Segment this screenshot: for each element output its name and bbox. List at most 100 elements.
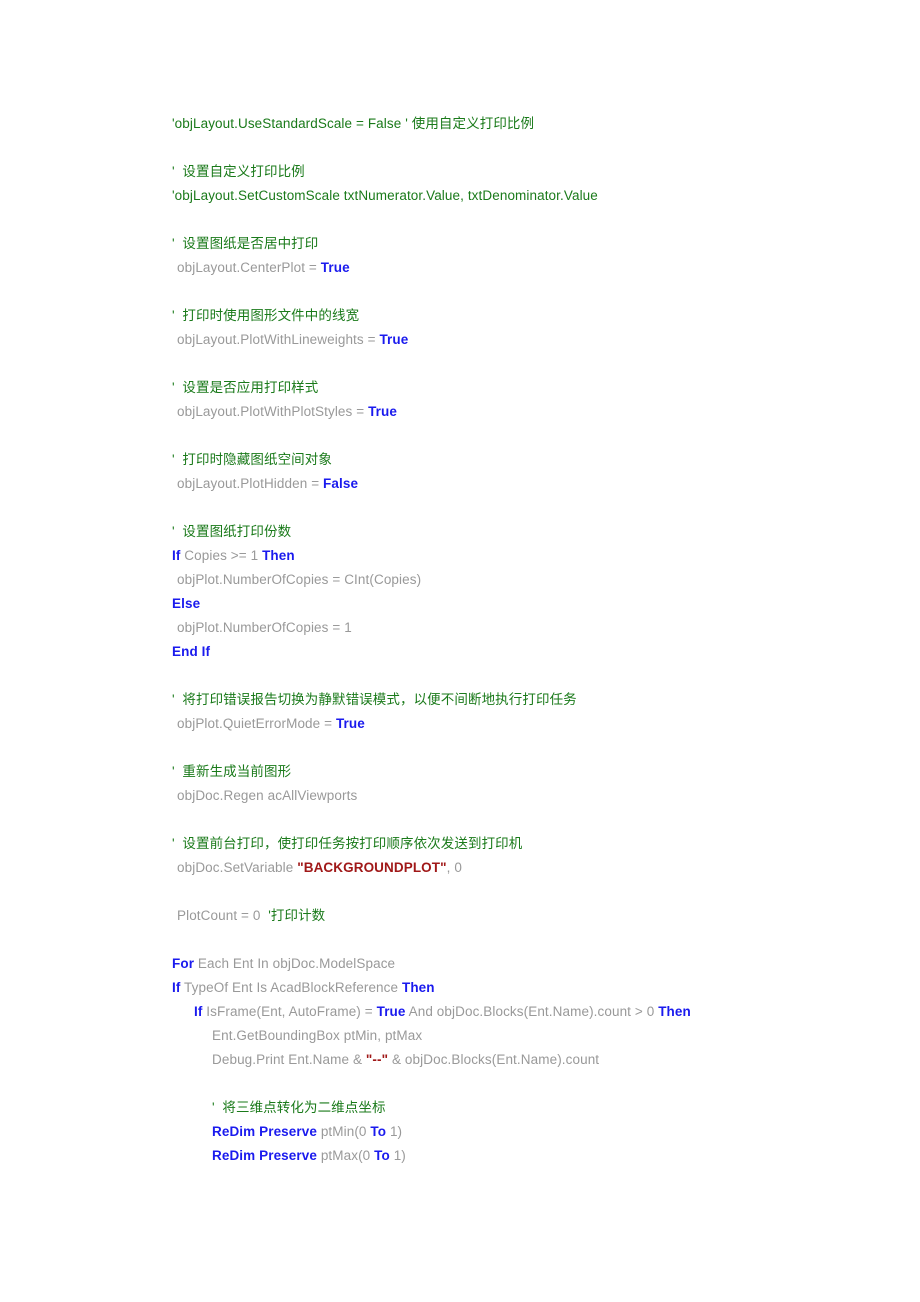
code-token-function: CInt <box>344 572 370 587</box>
code-token-comment: '打印计数 <box>268 908 326 923</box>
code-line: objDoc.SetVariable "BACKGROUNDPLOT", 0 <box>172 856 920 880</box>
code-token-comment: ' 设置图纸打印份数 <box>172 524 292 539</box>
code-token-keyword: True <box>335 716 365 731</box>
code-token-comment: ' 将打印错误报告切换为静默错误模式，以便不间断地执行打印任务 <box>172 692 577 707</box>
code-token-property: Name <box>312 1052 350 1067</box>
code-line: If TypeOf Ent Is AcadBlockReference Then <box>172 976 920 1000</box>
code-line: ReDim Preserve ptMax(0 To 1) <box>172 1144 920 1168</box>
code-token-code: objLayout.PlotWithPlotStyles = <box>177 404 369 419</box>
code-line: ReDim Preserve ptMin(0 To 1) <box>172 1120 920 1144</box>
code-token-string: "--" <box>365 1052 389 1067</box>
code-token-print_keyword: Print <box>256 1052 285 1067</box>
code-line: For Each Ent In objDoc.ModelSpace <box>172 952 920 976</box>
code-token-string: "BACKGROUNDPLOT" <box>297 860 447 875</box>
code-token-keyword: Else <box>172 596 201 611</box>
code-token-code: objLayout.CenterPlot = <box>177 260 321 275</box>
code-token-code: ).count > 0 <box>589 1004 659 1019</box>
code-token-property: Name <box>520 1052 558 1067</box>
code-token-code: IsFrame(Ent, AutoFrame) = <box>202 1004 377 1019</box>
code-token-code: & objDoc.Blocks(Ent. <box>388 1052 521 1067</box>
code-line: 'objLayout.UseStandardScale = False ' 使用… <box>172 112 920 136</box>
code-line: objPlot.NumberOfCopies = 1 <box>172 616 920 640</box>
code-token-code: 1) <box>389 1148 406 1163</box>
code-line: objLayout.PlotHidden = False <box>172 472 920 496</box>
code-token-code: ptMax(0 <box>316 1148 375 1163</box>
code-token-keyword: False <box>323 476 359 491</box>
code-line: If IsFrame(Ent, AutoFrame) = True And ob… <box>172 1000 920 1024</box>
code-line: Ent.GetBoundingBox ptMin, ptMax <box>172 1024 920 1048</box>
code-token-comment: ' 设置图纸是否居中打印 <box>172 236 319 251</box>
code-line: 'objLayout.SetCustomScale txtNumerator.V… <box>172 184 920 208</box>
code-token-keyword: True <box>379 332 409 347</box>
code-line: ' 将打印错误报告切换为静默错误模式，以便不间断地执行打印任务 <box>172 688 920 712</box>
code-token-comment: ' 重新生成当前图形 <box>172 764 292 779</box>
code-line: objLayout.PlotWithLineweights = True <box>172 328 920 352</box>
code-token-code: objPlot.NumberOfCopies = <box>177 572 345 587</box>
code-token-property: Name <box>552 1004 590 1019</box>
code-line: ' 打印时隐藏图纸空间对象 <box>172 448 920 472</box>
code-token-keyword: Then <box>262 548 295 563</box>
code-line: objPlot.NumberOfCopies = CInt(Copies) <box>172 568 920 592</box>
code-token-keyword: For <box>172 956 195 971</box>
code-token-code: Ent. <box>284 1052 313 1067</box>
code-token-code: Ent.GetBoundingBox ptMin, ptMax <box>212 1028 423 1043</box>
code-token-keyword: Then <box>658 1004 691 1019</box>
code-token-code: TypeOf Ent Is AcadBlockReference <box>180 980 402 995</box>
code-token-comment: ' 打印时使用图形文件中的线宽 <box>172 308 360 323</box>
code-line: Else <box>172 592 920 616</box>
code-line: If Copies >= 1 Then <box>172 544 920 568</box>
code-token-comment: ' 设置自定义打印比例 <box>172 164 305 179</box>
code-token-comment: ' 设置前台打印，使打印任务按打印顺序依次发送到打印机 <box>172 836 523 851</box>
code-token-comment: 'objLayout.SetCustomScale txtNumerator.V… <box>172 188 598 203</box>
code-token-code: objPlot.NumberOfCopies = 1 <box>177 620 352 635</box>
code-token-code: 1) <box>386 1124 403 1139</box>
code-line: ' 设置前台打印，使打印任务按打印顺序依次发送到打印机 <box>172 832 920 856</box>
code-token-code: Each Ent In objDoc.ModelSpace <box>194 956 396 971</box>
code-token-code: ptMin(0 <box>316 1124 371 1139</box>
code-body: 'objLayout.UseStandardScale = False ' 使用… <box>172 112 920 1168</box>
code-token-keyword: ReDim Preserve <box>212 1148 317 1163</box>
code-line: ' 设置自定义打印比例 <box>172 160 920 184</box>
code-line: ' 设置图纸是否居中打印 <box>172 232 920 256</box>
code-line: ' 打印时使用图形文件中的线宽 <box>172 304 920 328</box>
code-token-comment: ' 打印时隐藏图纸空间对象 <box>172 452 332 467</box>
code-token-keyword: To <box>374 1148 390 1163</box>
code-token-keyword: ReDim Preserve <box>212 1124 317 1139</box>
code-token-comment: ' 将三维点转化为二维点坐标 <box>212 1100 386 1115</box>
code-line: ' 重新生成当前图形 <box>172 760 920 784</box>
code-line: ' 设置图纸打印份数 <box>172 520 920 544</box>
code-token-keyword: True <box>320 260 350 275</box>
code-line: PlotCount = 0 '打印计数 <box>172 904 920 928</box>
code-token-code: ).count <box>557 1052 600 1067</box>
code-token-code: , 0 <box>446 860 462 875</box>
code-line: objLayout.PlotWithPlotStyles = True <box>172 400 920 424</box>
code-token-code: PlotCount = 0 <box>177 908 269 923</box>
code-line: objDoc.Regen acAllViewports <box>172 784 920 808</box>
code-token-keyword: Then <box>401 980 435 995</box>
code-line: ' 设置是否应用打印样式 <box>172 376 920 400</box>
code-token-code: Debug. <box>212 1052 257 1067</box>
code-token-code: objPlot.QuietErrorMode = <box>177 716 336 731</box>
code-token-code: And objDoc.Blocks(Ent. <box>405 1004 553 1019</box>
code-listing-page: 'objLayout.UseStandardScale = False ' 使用… <box>0 0 920 1302</box>
code-token-comment: ' 设置是否应用打印样式 <box>172 380 319 395</box>
code-token-keyword: To <box>370 1124 387 1139</box>
code-token-keyword: End If <box>172 644 211 659</box>
code-token-code: & <box>349 1052 366 1067</box>
code-token-keyword: True <box>368 404 397 419</box>
code-line: End If <box>172 640 920 664</box>
code-token-code: (Copies) <box>369 572 422 587</box>
code-token-comment: 'objLayout.UseStandardScale = False ' 使用… <box>172 116 535 131</box>
code-token-code: objLayout.PlotHidden = <box>177 476 324 491</box>
